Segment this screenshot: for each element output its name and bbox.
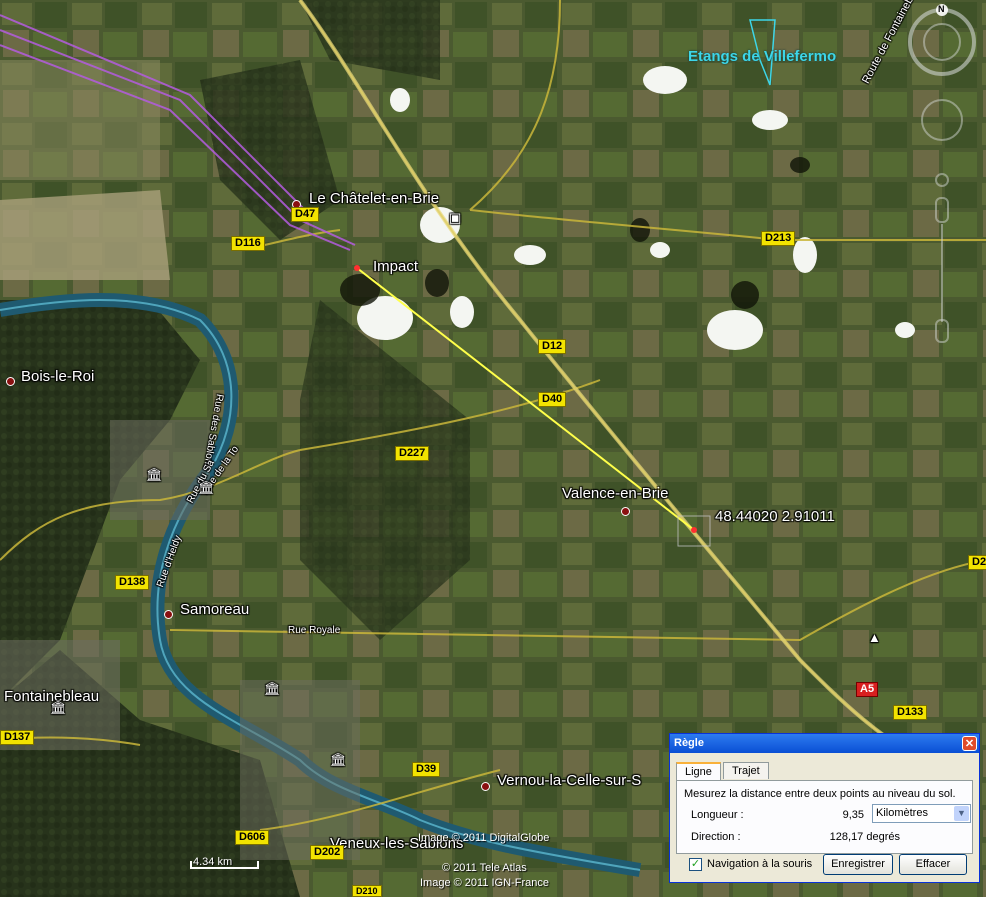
place-label-samoreau: Samoreau [180, 601, 250, 618]
compass-ring[interactable] [908, 8, 976, 76]
place-label-valence: Valence-en-Brie [562, 485, 669, 502]
credit-line: Image © 2011 IGN-France [420, 877, 549, 889]
place-label-bois-le-roi: Bois-le-Roi [21, 368, 95, 385]
ruler-titlebar[interactable]: Règle ✕ [670, 734, 979, 753]
street-label: Rue Royale [288, 625, 341, 636]
scale-label: 4.34 km [193, 856, 233, 868]
road-shield: D40 [538, 392, 567, 407]
coordinates-label: 48.44020 2.91011 [715, 508, 835, 525]
road-shield: D12 [538, 339, 567, 354]
credit-line: © 2011 Tele Atlas [442, 862, 527, 874]
tab-ligne[interactable]: Ligne [676, 762, 721, 780]
place-marker [164, 610, 173, 619]
museum-icon: 🏛 [330, 752, 347, 767]
road-shield: D210 [352, 885, 382, 897]
unit-select-value: Kilomètres [876, 807, 928, 819]
road-shield: D202 [310, 845, 345, 860]
compass-north-label: N [938, 4, 945, 14]
look-joystick[interactable] [923, 23, 961, 61]
ruler-title: Règle [674, 737, 704, 749]
road-shield: D133 [893, 705, 928, 720]
mouse-navigation-checkbox[interactable]: ✓ [689, 858, 702, 871]
ruler-panel: Mesurez la distance entre deux points au… [676, 780, 973, 854]
place-marker [6, 377, 15, 386]
zoom-out-icon[interactable] [935, 319, 949, 343]
ruler-dialog: Règle ✕ Ligne Trajet Mesurez la distance… [669, 733, 980, 883]
road-shield: D227 [395, 446, 430, 461]
close-button[interactable]: ✕ [962, 736, 977, 751]
road-shield: D47 [291, 207, 320, 222]
credit-line: Image © 2011 DigitalGlobe [418, 832, 550, 844]
place-marker [621, 507, 630, 516]
road-shield: D2 [968, 555, 986, 570]
road-shield: D138 [115, 575, 150, 590]
road-shield-motorway: A5 [856, 682, 879, 697]
place-label-impact: Impact [373, 258, 419, 275]
chevron-down-icon[interactable]: ▼ [954, 806, 969, 821]
road-shield: D116 [231, 236, 265, 251]
museum-icon: 🏛 [264, 681, 281, 696]
museum-icon: 🏛 [146, 467, 163, 482]
navigation-controls[interactable] [904, 2, 984, 347]
length-label: Longueur : [691, 809, 744, 821]
tab-trajet[interactable]: Trajet [722, 762, 769, 779]
road-shield: D213 [761, 231, 796, 246]
move-joystick[interactable] [921, 99, 963, 141]
road-shield: D39 [412, 762, 441, 777]
museum-icon: 🏛 [198, 480, 215, 495]
place-label-etangs: Etangs de Villefermo [688, 48, 837, 65]
ruler-tabs: Ligne Trajet [676, 761, 769, 780]
school-icon: ▲ [868, 630, 881, 645]
direction-value: 128,17 degrés [829, 831, 900, 843]
road-shield: D606 [235, 830, 270, 845]
zoom-in-icon[interactable] [935, 197, 949, 223]
road-shield: D137 [0, 730, 35, 745]
ruler-description: Mesurez la distance entre deux points au… [684, 788, 956, 800]
clear-button[interactable]: Effacer [899, 854, 967, 875]
direction-label: Direction : [691, 831, 741, 843]
museum-icon: 🏛 [50, 700, 67, 715]
shop-icon: ▣ [449, 210, 462, 225]
unit-select[interactable]: Kilomètres ▼ [872, 804, 971, 823]
place-marker [481, 782, 490, 791]
street-view-icon[interactable] [935, 173, 949, 187]
place-label-le-chatelet: Le Châtelet-en-Brie [309, 190, 440, 207]
place-label-vernou: Vernou-la-Celle-sur-S [497, 772, 642, 789]
mouse-navigation-label: Navigation à la souris [707, 858, 813, 870]
length-value: 9,35 [842, 809, 864, 821]
save-button[interactable]: Enregistrer [823, 854, 893, 875]
